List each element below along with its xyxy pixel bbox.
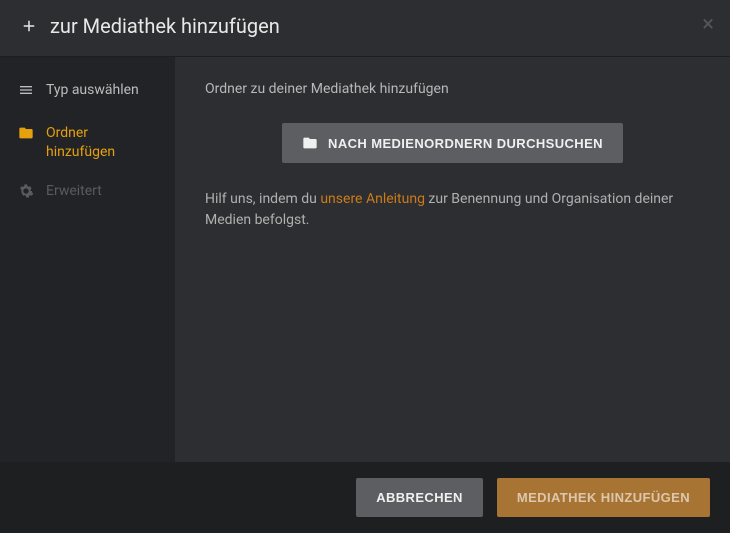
modal-body: Typ auswählen Ordner hinzufügen Erweiter…: [0, 57, 730, 462]
browse-button-wrap: NACH MEDIENORDNERN DURCHSUCHEN: [205, 123, 700, 163]
gear-icon: [18, 183, 36, 205]
help-text: Hilf uns, indem du unsere Anleitung zur …: [205, 189, 700, 231]
modal-footer: ABBRECHEN MEDIATHEK HINZUFÜGEN: [0, 462, 730, 533]
modal-title: zur Mediathek hinzufügen: [50, 14, 280, 38]
instruction-text: Ordner zu deiner Mediathek hinzufügen: [205, 81, 700, 97]
folder-search-icon: [302, 135, 318, 151]
guide-link[interactable]: unsere Anleitung: [320, 191, 425, 207]
browse-media-folders-button[interactable]: NACH MEDIENORDNERN DURCHSUCHEN: [282, 123, 623, 163]
sidebar-item-label: Ordner hinzufügen: [46, 124, 159, 162]
sidebar-item-select-type[interactable]: Typ auswählen: [0, 71, 175, 114]
sidebar-item-advanced: Erweitert: [0, 172, 175, 215]
list-icon: [18, 82, 36, 104]
help-text-pre: Hilf uns, indem du: [205, 191, 320, 207]
content-panel: Ordner zu deiner Mediathek hinzufügen NA…: [175, 57, 730, 462]
sidebar-item-label: Typ auswählen: [46, 81, 139, 100]
sidebar-item-label: Erweitert: [46, 182, 102, 201]
close-icon[interactable]: ×: [702, 14, 714, 36]
cancel-button[interactable]: ABBRECHEN: [356, 478, 483, 517]
plus-icon: [20, 17, 38, 35]
sidebar: Typ auswählen Ordner hinzufügen Erweiter…: [0, 57, 175, 462]
add-library-button[interactable]: MEDIATHEK HINZUFÜGEN: [497, 478, 710, 517]
sidebar-item-add-folder[interactable]: Ordner hinzufügen: [0, 114, 175, 172]
add-library-modal: zur Mediathek hinzufügen × Typ auswählen…: [0, 0, 730, 533]
folder-icon: [18, 125, 36, 147]
modal-header: zur Mediathek hinzufügen ×: [0, 0, 730, 57]
browse-button-label: NACH MEDIENORDNERN DURCHSUCHEN: [328, 136, 603, 151]
